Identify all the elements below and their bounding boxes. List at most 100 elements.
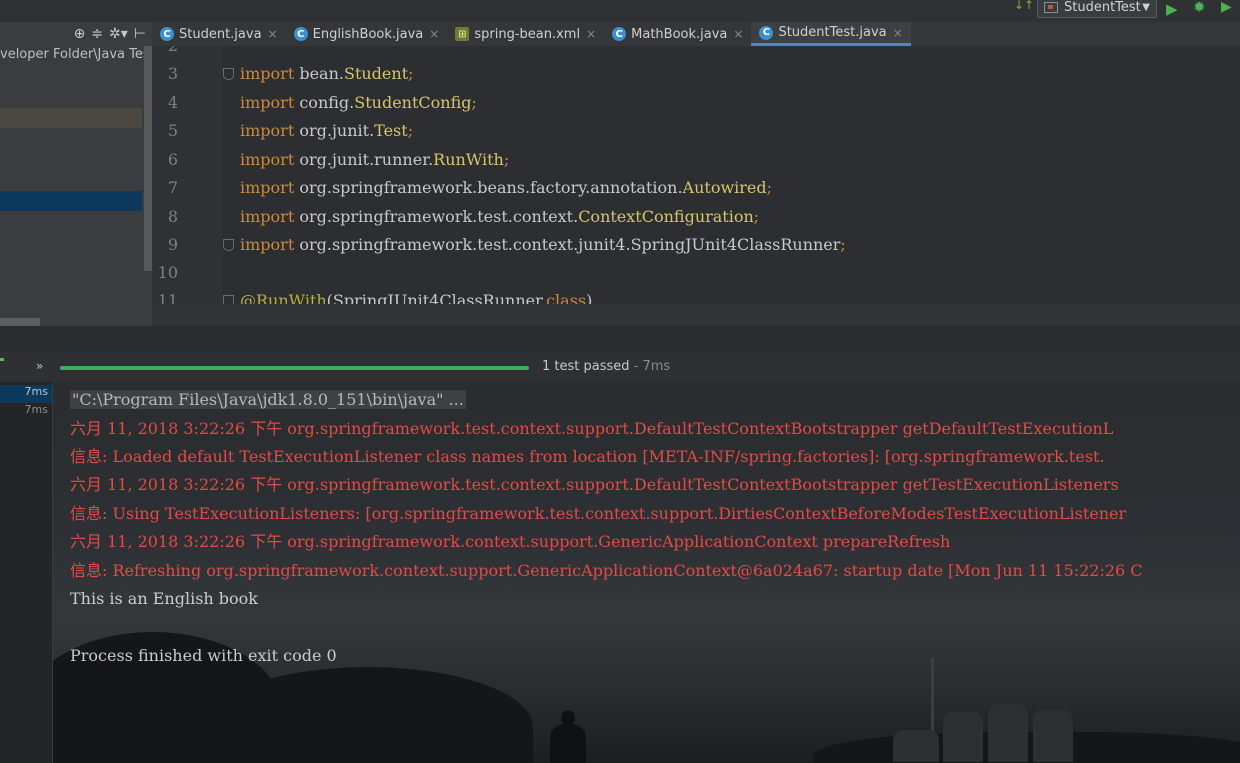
code-token: import (240, 150, 295, 169)
tab-label: EnglishBook.java (312, 26, 424, 42)
code-token: ; (503, 150, 510, 169)
debug-icon[interactable]: ✹ (1193, 0, 1206, 16)
code-line[interactable]: 9 import org.springframework.test.context… (152, 231, 1240, 259)
code-token: import (240, 178, 295, 197)
tab-student[interactable]: C Student.java × (152, 22, 286, 46)
project-horizontal-scrollbar[interactable] (0, 318, 40, 326)
gear-icon[interactable]: ✲▾ (109, 26, 128, 42)
java-class-icon: C (612, 27, 627, 41)
project-panel: ⊕ ≑ ✲▾ ⊢ veloper Folder\Java Test (0, 22, 152, 327)
code-text: import org.junit.Test; (240, 117, 413, 145)
editor-tabs: C Student.java × C EnglishBook.java × ⊞ spring-… (152, 22, 1240, 46)
project-tree-row-selected[interactable] (0, 191, 142, 211)
code-line[interactable]: 5 import org.junit.Test; (152, 117, 1240, 145)
console-text: This is an English book (70, 589, 258, 608)
code-token: ; (766, 178, 773, 197)
editor-horizontal-scrollbar[interactable] (152, 304, 1240, 326)
console-output-line: This is an English book (70, 585, 258, 613)
test-run-toolbar: » 1 test passed - 7ms (0, 352, 1240, 382)
fold-icon[interactable] (223, 239, 234, 251)
close-icon[interactable]: × (268, 27, 278, 41)
code-token: org.springframework.test.context.junit4.… (299, 235, 841, 254)
code-token: class (546, 291, 587, 304)
line-number: 11 (157, 291, 178, 304)
tab-label: Student.java (179, 26, 262, 42)
panel-divider[interactable] (0, 326, 1240, 352)
add-circle-icon[interactable]: ⊕ (74, 26, 86, 42)
code-token: Student (343, 64, 409, 83)
code-token: ; (408, 64, 414, 83)
code-token: org.springframework.beans.factory.annota… (299, 178, 683, 197)
code-token: RunWith (433, 150, 504, 169)
code-token: import (240, 235, 295, 254)
test-tree-row[interactable]: 7ms (0, 403, 52, 421)
project-tree-row[interactable] (0, 108, 142, 128)
background-silo (943, 712, 983, 762)
close-icon[interactable]: × (429, 27, 439, 41)
code-line[interactable]: 4 import config.StudentConfig; (152, 89, 1240, 117)
build-arrows-icon[interactable]: ↓↑ (1014, 0, 1034, 12)
console-text: "C:\Program Files\Java\jdk1.8.0_151\bin\… (70, 390, 466, 409)
collapse-icon[interactable]: ≑ (91, 26, 103, 42)
tab-label: StudentTest.java (778, 25, 887, 40)
project-vertical-scrollbar[interactable] (144, 46, 152, 271)
tab-mathbook[interactable]: C MathBook.java × (604, 22, 751, 46)
console-log-line: 信息: Loaded default TestExecutionListener… (70, 443, 1105, 471)
code-token: @RunWith (240, 291, 327, 304)
run-console[interactable]: "C:\Program Files\Java\jdk1.8.0_151\bin\… (53, 382, 1240, 763)
run-config-label: StudentTest (1064, 0, 1141, 15)
fold-icon[interactable] (223, 295, 234, 304)
xml-file-icon: ⊞ (455, 27, 470, 41)
code-token: import (240, 93, 295, 112)
code-line[interactable]: 11 @RunWith(SpringJUnit4ClassRunner.class… (152, 287, 1240, 304)
code-text: import org.springframework.test.context.… (240, 231, 846, 259)
coverage-icon[interactable]: ▶ (1221, 0, 1232, 15)
tab-label: spring-bean.xml (474, 26, 581, 42)
test-tree-row-selected[interactable]: 7ms (0, 385, 52, 403)
tab-spring-bean[interactable]: ⊞ spring-bean.xml × (447, 22, 604, 46)
line-number: 6 (167, 150, 178, 169)
line-number: 9 (167, 235, 178, 254)
code-text: import org.junit.runner.RunWith; (240, 146, 509, 174)
code-token: org.junit. (299, 121, 375, 140)
java-class-icon: C (293, 27, 308, 41)
code-token: ContextConfiguration (578, 207, 754, 226)
line-number: 10 (157, 263, 178, 282)
close-icon[interactable]: × (586, 27, 596, 41)
code-text: import org.springframework.test.context.… (240, 203, 759, 231)
line-number: 5 (167, 121, 178, 140)
close-icon[interactable]: × (893, 26, 903, 40)
code-token: ; (753, 207, 760, 226)
code-line[interactable]: 3 import bean.Student; (152, 60, 1240, 88)
tab-label: MathBook.java (631, 26, 728, 42)
fold-icon[interactable] (223, 68, 234, 80)
console-output-line: Process finished with exit code 0 (70, 642, 337, 670)
test-status: 1 test passed - 7ms (542, 359, 670, 374)
code-line[interactable]: 10 (152, 259, 1240, 287)
tab-englishbook[interactable]: C EnglishBook.java × (286, 22, 448, 46)
hide-icon[interactable]: ⊢ (134, 26, 146, 42)
code-token: bean. (299, 64, 344, 83)
console-log-line: 六月 11, 2018 3:22:26 下午 org.springframewo… (70, 415, 1113, 443)
background-silo (893, 730, 939, 762)
console-log-line: 信息: Refreshing org.springframework.conte… (70, 557, 1143, 585)
code-text: import bean.Student; (240, 60, 414, 88)
test-results-tree: 7ms 7ms (0, 382, 53, 763)
code-token: ; (840, 235, 846, 254)
code-line[interactable]: 7 import org.springframework.beans.factor… (152, 174, 1240, 202)
code-token: org.springframework.test.context. (299, 207, 579, 226)
run-icon[interactable]: ▶ (1166, 0, 1178, 18)
close-icon[interactable]: × (733, 27, 743, 41)
code-line[interactable]: 8 import org.springframework.test.context… (152, 203, 1240, 231)
project-toolbar: ⊕ ≑ ✲▾ ⊢ (0, 22, 152, 46)
project-path[interactable]: veloper Folder\Java Test (0, 47, 152, 65)
code-line[interactable]: 2 (152, 46, 1240, 60)
background-silo (988, 704, 1028, 762)
tab-studenttest[interactable]: C StudentTest.java × (751, 22, 911, 46)
code-token: StudentConfig (354, 93, 472, 112)
expand-chevron-icon[interactable]: » (36, 359, 43, 373)
code-token: ; (407, 121, 414, 140)
run-configuration-select[interactable]: StudentTest ▼ (1037, 0, 1157, 18)
code-line[interactable]: 6 import org.junit.runner.RunWith; (152, 146, 1240, 174)
code-editor[interactable]: 23import bean.Student;4import config.Stu… (152, 46, 1240, 304)
